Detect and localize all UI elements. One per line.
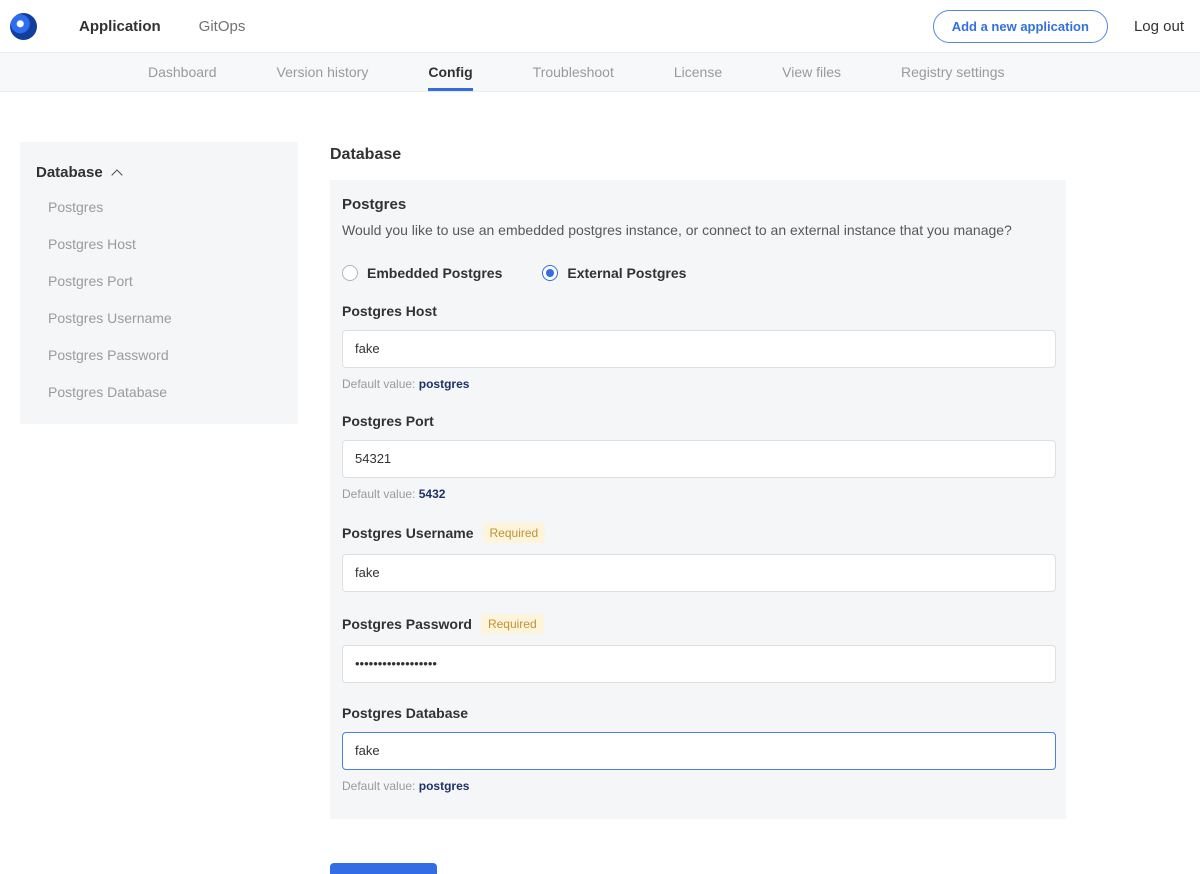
sidebar-item-postgres-host[interactable]: Postgres Host — [48, 236, 282, 252]
config-group-card: Postgres Would you like to use an embedd… — [330, 180, 1066, 819]
field-label-row: Postgres Username Required — [342, 523, 1056, 543]
radio-unselected-icon — [342, 265, 358, 281]
field-label: Postgres Database — [342, 705, 468, 721]
radio-embedded-label: Embedded Postgres — [367, 265, 502, 281]
subnav-config[interactable]: Config — [428, 53, 472, 91]
sidebar-group-label: Database — [36, 164, 103, 181]
field-postgres-host: Postgres Host Default value: postgres — [342, 303, 1056, 391]
sidebar-item-postgres-username[interactable]: Postgres Username — [48, 310, 282, 326]
field-label-row: Postgres Database — [342, 705, 1056, 721]
save-config-button[interactable]: Save config — [330, 863, 437, 874]
default-value-row: Default value: postgres — [342, 377, 1056, 391]
subnav-view-files[interactable]: View files — [782, 53, 841, 91]
sidebar-item-postgres-password[interactable]: Postgres Password — [48, 347, 282, 363]
page: Application GitOps Add a new application… — [0, 0, 1200, 874]
subnav-license[interactable]: License — [674, 53, 722, 91]
field-label-row: Postgres Host — [342, 303, 1056, 319]
radio-selected-icon — [542, 265, 558, 281]
logout-button[interactable]: Log out — [1134, 18, 1184, 35]
default-value: postgres — [419, 779, 470, 793]
postgres-port-input[interactable] — [342, 440, 1056, 478]
field-label: Postgres Port — [342, 413, 434, 429]
radio-external-postgres[interactable]: External Postgres — [542, 265, 686, 281]
subnav-version-history[interactable]: Version history — [277, 53, 369, 91]
default-value-label: Default value: — [342, 377, 415, 391]
subnav-dashboard[interactable]: Dashboard — [148, 53, 217, 91]
sidebar-group-database[interactable]: Database — [36, 164, 282, 181]
default-value-label: Default value: — [342, 487, 415, 501]
default-value: 5432 — [419, 487, 446, 501]
radio-external-label: External Postgres — [567, 265, 686, 281]
default-value-row: Default value: 5432 — [342, 487, 1056, 501]
subnav-registry-settings[interactable]: Registry settings — [901, 53, 1004, 91]
default-value-row: Default value: postgres — [342, 779, 1056, 793]
field-postgres-password: Postgres Password Required — [342, 614, 1056, 683]
config-main: Database Postgres Would you like to use … — [330, 142, 1066, 874]
top-tabs: Application GitOps — [79, 2, 245, 51]
field-label: Postgres Host — [342, 303, 437, 319]
app-logo-icon — [10, 13, 37, 40]
field-label: Postgres Username — [342, 525, 474, 541]
add-new-application-button[interactable]: Add a new application — [933, 10, 1108, 43]
field-label: Postgres Password — [342, 616, 472, 632]
sidebar-item-list: Postgres Postgres Host Postgres Port Pos… — [36, 199, 282, 400]
default-value: postgres — [419, 377, 470, 391]
app-subnav: Dashboard Version history Config Trouble… — [0, 52, 1200, 92]
postgres-group-help: Would you like to use an embedded postgr… — [342, 221, 1056, 241]
default-value-label: Default value: — [342, 779, 415, 793]
field-postgres-username: Postgres Username Required — [342, 523, 1056, 592]
sidebar-item-postgres[interactable]: Postgres — [48, 199, 282, 215]
config-sidebar: Database Postgres Postgres Host Postgres… — [20, 142, 298, 424]
tab-application[interactable]: Application — [79, 2, 161, 51]
postgres-mode-radio-group: Embedded Postgres External Postgres — [342, 265, 1056, 281]
sidebar-item-postgres-port[interactable]: Postgres Port — [48, 273, 282, 289]
postgres-username-input[interactable] — [342, 554, 1056, 592]
tab-gitops[interactable]: GitOps — [199, 2, 246, 51]
postgres-database-input[interactable] — [342, 732, 1056, 770]
postgres-password-input[interactable] — [342, 645, 1056, 683]
subnav-troubleshoot[interactable]: Troubleshoot — [533, 53, 614, 91]
topbar-right: Add a new application Log out — [933, 10, 1184, 43]
sidebar-item-postgres-database[interactable]: Postgres Database — [48, 384, 282, 400]
section-title: Database — [330, 146, 1066, 164]
top-bar: Application GitOps Add a new application… — [0, 0, 1200, 52]
postgres-group-label: Postgres — [342, 196, 1056, 213]
chevron-up-icon — [111, 169, 122, 180]
field-label-row: Postgres Port — [342, 413, 1056, 429]
field-postgres-database: Postgres Database Default value: postgre… — [342, 705, 1056, 793]
required-badge: Required — [481, 614, 544, 634]
required-badge: Required — [483, 523, 546, 543]
field-label-row: Postgres Password Required — [342, 614, 1056, 634]
field-postgres-port: Postgres Port Default value: 5432 — [342, 413, 1056, 501]
content-area: Database Postgres Postgres Host Postgres… — [0, 142, 1200, 874]
postgres-host-input[interactable] — [342, 330, 1056, 368]
radio-embedded-postgres[interactable]: Embedded Postgres — [342, 265, 502, 281]
